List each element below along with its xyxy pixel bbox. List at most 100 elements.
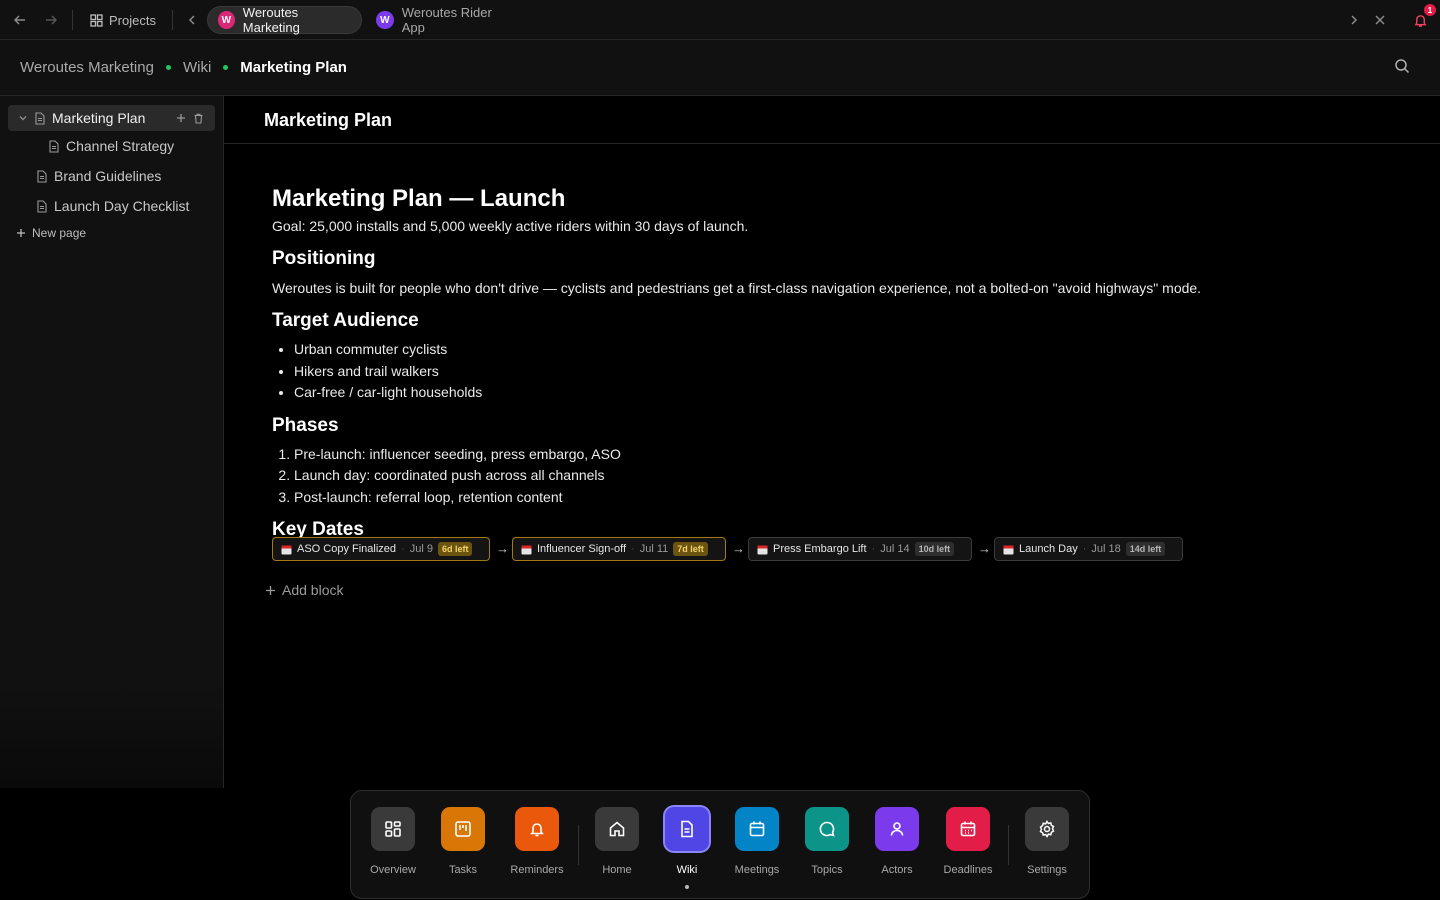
kanban-icon: [441, 807, 485, 851]
key-date-launch-day[interactable]: Launch Day · Jul 18 14d left: [994, 537, 1183, 561]
breadcrumb-project[interactable]: Weroutes Marketing: [20, 59, 154, 76]
dock-item-deadlines[interactable]: Deadlines: [933, 807, 1003, 876]
chevron-left-icon[interactable]: [182, 10, 202, 30]
chat-icon: [805, 807, 849, 851]
key-date-date: Jul 14: [880, 543, 910, 555]
arrow-right-icon: →: [978, 541, 991, 556]
key-date-press-embargo[interactable]: Press Embargo Lift · Jul 14 10d left: [748, 537, 972, 561]
gear-icon: [1025, 807, 1069, 851]
back-arrow-icon[interactable]: [10, 10, 30, 30]
avatar: W: [376, 11, 394, 29]
search-icon[interactable]: [1394, 58, 1414, 78]
grid-icon: [371, 807, 415, 851]
page-title: Marketing Plan: [264, 110, 393, 130]
sidebar-item-brand-guidelines[interactable]: Brand Guidelines: [36, 163, 161, 189]
document-icon: [665, 807, 709, 851]
page-icon: [34, 111, 46, 125]
calendar-icon: [1003, 545, 1014, 554]
page-header: Marketing Plan: [224, 96, 1440, 144]
dock-item-actors[interactable]: Actors: [862, 807, 932, 876]
audience-heading[interactable]: Target Audience: [272, 309, 1392, 333]
days-left-badge: 7d left: [673, 542, 708, 556]
positioning-paragraph[interactable]: Weroutes is built for people who don't d…: [272, 278, 1392, 298]
breadcrumb: Weroutes Marketing Wiki Marketing Plan: [0, 40, 1440, 96]
phases-heading[interactable]: Phases: [272, 414, 1392, 438]
chevron-right-icon[interactable]: [1344, 10, 1364, 30]
close-icon[interactable]: [1370, 10, 1390, 30]
page-icon: [36, 169, 48, 183]
dock-label: Meetings: [734, 864, 780, 876]
wiki-document: Marketing Plan — Launch Goal: 25,000 ins…: [272, 184, 1392, 542]
positioning-heading[interactable]: Positioning: [272, 247, 1392, 271]
avatar: W: [218, 11, 235, 29]
key-date-influencer-signoff[interactable]: Influencer Sign-off · Jul 11 7d left: [512, 537, 726, 561]
active-indicator: [685, 885, 689, 889]
forward-arrow-icon[interactable]: [41, 10, 61, 30]
sidebar-item-marketing-plan[interactable]: Marketing Plan: [8, 105, 215, 131]
arrow-right-icon: →: [496, 541, 509, 556]
dock-item-wiki[interactable]: Wiki: [652, 807, 722, 889]
dock-item-meetings[interactable]: Meetings: [722, 807, 792, 876]
plus-icon: [265, 585, 276, 596]
breadcrumb-wiki[interactable]: Wiki: [183, 59, 211, 76]
dock-label: Settings: [1027, 864, 1067, 876]
list-item[interactable]: Post-launch: referral loop, retention co…: [294, 487, 1392, 509]
breadcrumb-current-page: Marketing Plan: [240, 59, 347, 76]
plus-icon: [16, 228, 26, 238]
dock-item-topics[interactable]: Topics: [792, 807, 862, 876]
dock-label: Topics: [811, 864, 843, 876]
plus-icon[interactable]: [176, 113, 186, 123]
add-block-button[interactable]: Add block: [265, 582, 343, 598]
sidebar-item-channel-strategy[interactable]: Channel Strategy: [48, 133, 174, 159]
tab-weroutes-marketing[interactable]: W Weroutes Marketing: [207, 5, 362, 35]
grid-icon: [90, 13, 103, 27]
projects-label: Projects: [109, 12, 156, 28]
trash-icon[interactable]: [193, 113, 204, 124]
days-left-badge: 6d left: [437, 542, 473, 556]
dock-item-reminders[interactable]: Reminders: [502, 807, 572, 876]
calendar-icon: [281, 545, 292, 554]
breadcrumb-separator: [165, 65, 171, 70]
arrow-right-icon: →: [732, 541, 745, 556]
tab-label: Weroutes Marketing: [242, 5, 300, 35]
dock-label: Overview: [370, 864, 416, 876]
divider: [172, 10, 173, 30]
dock-item-overview[interactable]: Overview: [358, 807, 428, 876]
bell-icon: [515, 807, 559, 851]
page-icon: [36, 199, 48, 213]
list-item[interactable]: Car-free / car-light households: [294, 382, 1392, 404]
list-item[interactable]: Launch day: coordinated push across all …: [294, 465, 1392, 487]
notification-badge: 1: [1424, 4, 1436, 16]
tab-weroutes-rider-app[interactable]: W Weroutes Rider App: [366, 5, 526, 35]
dock-item-home[interactable]: Home: [582, 807, 652, 876]
list-item[interactable]: Urban commuter cyclists: [294, 339, 1392, 361]
dock-divider: [578, 825, 579, 865]
dock-label: Reminders: [510, 864, 564, 876]
tab-label: Weroutes Rider App: [401, 5, 492, 35]
days-left-badge: 10d left: [914, 542, 955, 556]
new-page-button[interactable]: New page: [16, 226, 86, 240]
key-date-date: Jul 9: [409, 543, 433, 555]
goal-paragraph[interactable]: Goal: 25,000 installs and 5,000 weekly a…: [272, 216, 1392, 236]
list-item[interactable]: Hikers and trail walkers: [294, 361, 1392, 383]
list-item[interactable]: Pre-launch: influencer seeding, press em…: [294, 444, 1392, 466]
page-icon: [48, 139, 60, 153]
projects-button[interactable]: Projects: [90, 10, 156, 30]
key-date-date: Jul 18: [1091, 543, 1121, 555]
calendar-icon: [757, 545, 768, 554]
doc-heading[interactable]: Marketing Plan — Launch: [272, 184, 1392, 214]
dock-item-tasks[interactable]: Tasks: [428, 807, 498, 876]
key-date-name: Press Embargo Lift: [773, 543, 867, 555]
key-date-date: Jul 11: [639, 543, 669, 555]
calendar-icon: [735, 807, 779, 851]
dock-label: Home: [602, 864, 632, 876]
new-page-label: New page: [32, 226, 87, 240]
dock-label: Tasks: [448, 864, 478, 876]
separator-dot: ·: [401, 543, 405, 555]
key-date-aso-copy[interactable]: ASO Copy Finalized · Jul 9 6d left: [272, 537, 490, 561]
sidebar-item-launch-day-checklist[interactable]: Launch Day Checklist: [36, 193, 189, 219]
chevron-down-icon[interactable]: [18, 113, 28, 123]
wiki-sidebar: Marketing Plan Channel Strategy Brand Gu…: [0, 96, 224, 788]
dock-item-settings[interactable]: Settings: [1012, 807, 1082, 876]
breadcrumb-separator: [223, 65, 229, 70]
